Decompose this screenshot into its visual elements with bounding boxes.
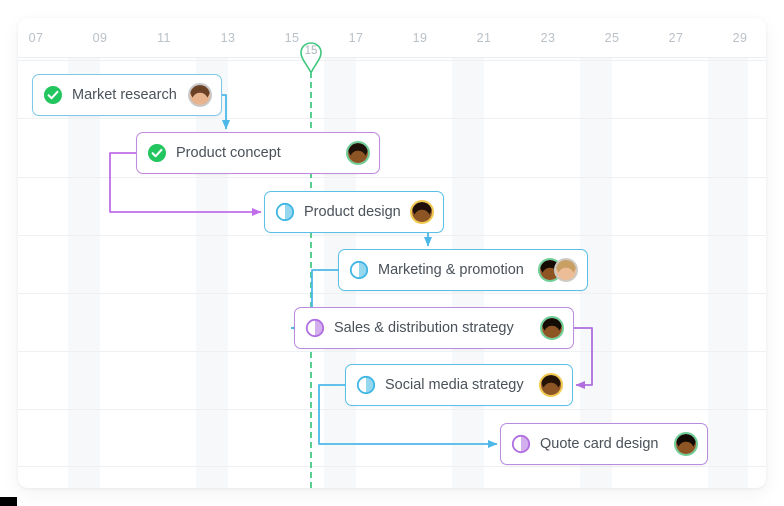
weekend-band (708, 18, 748, 488)
task-assignees[interactable] (538, 258, 578, 282)
task-assignees[interactable] (410, 200, 434, 224)
row-separator (18, 60, 766, 61)
half-circle-icon[interactable] (305, 318, 325, 338)
task-name: Social media strategy (385, 377, 524, 393)
task-bar-product-design[interactable]: Product design (264, 191, 444, 233)
avatar[interactable] (539, 373, 563, 397)
avatar-face (556, 260, 576, 280)
half-circle-icon[interactable] (511, 434, 531, 454)
row-separator (18, 466, 766, 467)
task-assignees[interactable] (674, 432, 698, 456)
task-assignees[interactable] (539, 373, 563, 397)
row-separator (18, 177, 766, 178)
task-name: Product design (304, 204, 401, 220)
half-circle-icon[interactable] (349, 260, 369, 280)
avatar-face (676, 434, 696, 454)
avatar-face (542, 318, 562, 338)
date-tick-11[interactable]: 11 (157, 31, 171, 45)
date-tick-09[interactable]: 09 (93, 31, 108, 45)
half-circle-icon[interactable] (275, 202, 295, 222)
task-bar-marketing-promotion[interactable]: Marketing & promotion (338, 249, 588, 291)
gantt-board: 07 09 11 13 15 17 19 21 23 25 27 29 15 Market resea… (18, 18, 766, 488)
capture-corner-mark (0, 497, 17, 506)
row-separator (18, 118, 766, 119)
task-name: Market research (72, 87, 177, 103)
task-bar-quote-card-design[interactable]: Quote card design (500, 423, 708, 465)
row-separator (18, 235, 766, 236)
date-tick-23[interactable]: 23 (541, 31, 556, 45)
date-tick-07[interactable]: 07 (29, 31, 44, 45)
task-bar-product-concept[interactable]: Product concept (136, 132, 380, 174)
task-bar-social-media-strategy[interactable]: Social media strategy (345, 364, 573, 406)
avatar-face (541, 375, 561, 395)
date-tick-15[interactable]: 15 (285, 31, 300, 45)
dependency-dep-market-to-concept (221, 94, 231, 130)
date-tick-27[interactable]: 27 (669, 31, 684, 45)
task-bar-sales-distribution-strategy[interactable]: Sales & distribution strategy (294, 307, 574, 349)
date-tick-25[interactable]: 25 (605, 31, 620, 45)
task-name: Marketing & promotion (378, 262, 524, 278)
date-tick-13[interactable]: 13 (221, 31, 236, 45)
task-name: Sales & distribution strategy (334, 320, 514, 336)
avatar[interactable] (188, 83, 212, 107)
task-name: Product concept (176, 145, 281, 161)
avatar[interactable] (674, 432, 698, 456)
dependency-dep-sales-to-social (574, 327, 593, 390)
date-tick-21[interactable]: 21 (477, 31, 492, 45)
row-separator (18, 351, 766, 352)
timeline-date-header[interactable]: 07 09 11 13 15 17 19 21 23 25 27 29 (18, 18, 766, 58)
avatar-face (348, 143, 368, 163)
avatar[interactable] (346, 141, 370, 165)
row-separator (18, 409, 766, 410)
task-assignees[interactable] (540, 316, 564, 340)
avatar[interactable] (410, 200, 434, 224)
today-marker-line (310, 52, 312, 488)
half-circle-icon[interactable] (356, 375, 376, 395)
task-assignees[interactable] (346, 141, 370, 165)
check-circle-icon[interactable] (147, 143, 167, 163)
row-separator (18, 293, 766, 294)
avatar[interactable] (554, 258, 578, 282)
task-name: Quote card design (540, 436, 659, 452)
date-tick-19[interactable]: 19 (413, 31, 428, 45)
date-tick-17[interactable]: 17 (349, 31, 364, 45)
avatar-face (412, 202, 432, 222)
avatar[interactable] (540, 316, 564, 340)
date-tick-29[interactable]: 29 (733, 31, 748, 45)
gantt-chart-root: 07 09 11 13 15 17 19 21 23 25 27 29 15 Market resea… (0, 0, 784, 506)
task-bar-market-research[interactable]: Market research (32, 74, 222, 116)
task-assignees[interactable] (188, 83, 212, 107)
check-circle-icon[interactable] (43, 85, 63, 105)
avatar-face (190, 85, 210, 105)
